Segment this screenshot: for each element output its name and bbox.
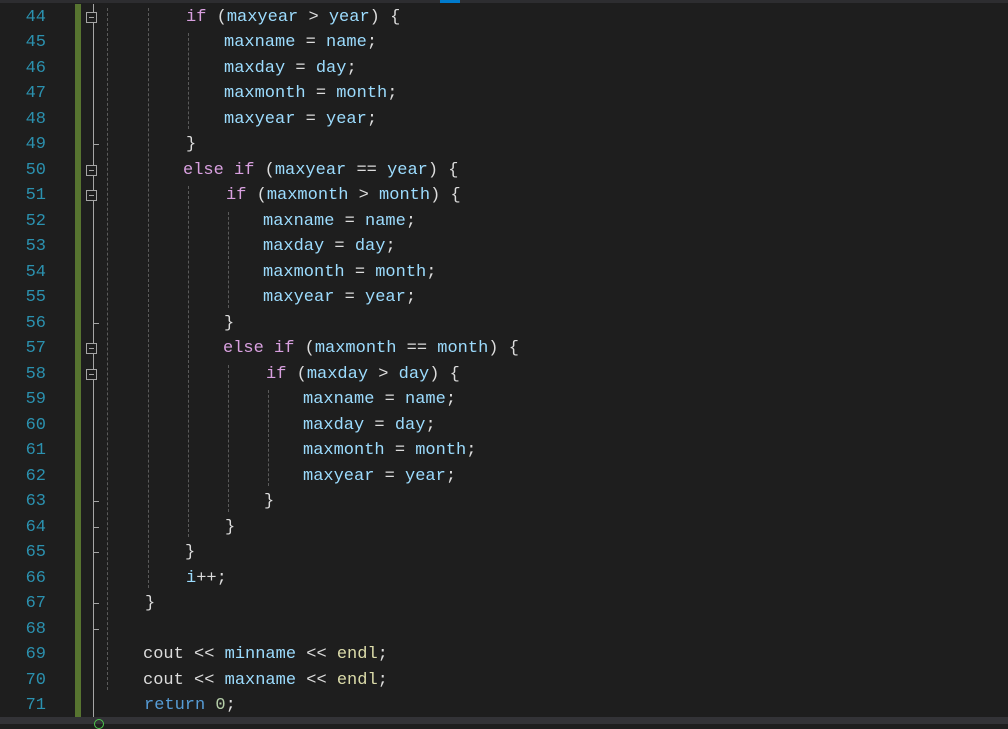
code-editor[interactable]: 44 if (maxyear > year) { 45 maxname = name;…: [0, 0, 1008, 729]
code-line[interactable]: 53 maxday = day;: [0, 234, 1008, 260]
line-number: 54: [25, 262, 46, 282]
code-line[interactable]: 71 return 0;: [0, 693, 1008, 719]
code-text[interactable]: }: [185, 540, 195, 566]
line-number: 49: [25, 135, 46, 154]
code-text[interactable]: maxyear = year;: [224, 107, 377, 133]
code-text[interactable]: i++;: [186, 566, 227, 592]
code-line[interactable]: 47 maxmonth = month;: [0, 81, 1008, 107]
code-line[interactable]: 55 maxyear = year;: [0, 285, 1008, 311]
code-text[interactable]: }: [224, 311, 234, 337]
code-text[interactable]: maxname = name;: [224, 30, 377, 56]
code-text[interactable]: }: [145, 591, 155, 617]
code-text[interactable]: cout << minname << endl;: [143, 642, 388, 668]
code-line[interactable]: 64}: [0, 515, 1008, 541]
line-number: 61: [25, 441, 46, 460]
line-number: 63: [25, 492, 46, 511]
code-text[interactable]: maxday = day;: [303, 413, 436, 439]
code-line[interactable]: 62 maxyear = year;: [0, 464, 1008, 490]
line-number: 67: [25, 594, 46, 613]
line-number: 60: [25, 415, 46, 435]
line-number: 69: [25, 645, 46, 664]
line-number: 50: [25, 160, 46, 180]
code-text[interactable]: maxname = name;: [263, 209, 416, 235]
code-text[interactable]: maxmonth = month;: [263, 260, 436, 286]
line-number: 68: [25, 619, 46, 639]
code-text[interactable]: maxday = day;: [263, 234, 396, 260]
code-text[interactable]: maxmonth = month;: [303, 438, 476, 464]
code-line[interactable]: 69 cout << minname << endl;: [0, 642, 1008, 668]
line-number: 66: [25, 568, 46, 588]
code-text[interactable]: if (maxyear > year) {: [186, 5, 400, 31]
code-text[interactable]: }: [264, 489, 274, 515]
editor-bottom-border: [0, 717, 1008, 724]
code-line[interactable]: 63}: [0, 489, 1008, 515]
code-line[interactable]: 68: [0, 617, 1008, 643]
code-text[interactable]: return 0;: [144, 693, 236, 719]
line-number: 56: [25, 313, 46, 333]
code-text[interactable]: maxname = name;: [303, 387, 456, 413]
code-line[interactable]: 70 cout << maxname << endl;: [0, 668, 1008, 694]
code-line[interactable]: 67}: [0, 591, 1008, 617]
code-line[interactable]: 46 maxday = day;: [0, 56, 1008, 82]
line-number: 62: [25, 466, 46, 486]
code-text[interactable]: if (maxday > day) {: [266, 362, 460, 388]
line-number: 51: [25, 186, 46, 205]
line-number: 64: [25, 517, 46, 537]
code-text[interactable]: if (maxmonth > month) {: [226, 183, 461, 209]
line-number: 70: [25, 670, 46, 690]
code-line[interactable]: 44 if (maxyear > year) {: [0, 5, 1008, 31]
line-number: 44: [25, 7, 46, 27]
code-text[interactable]: maxyear = year;: [303, 464, 456, 490]
editor-top-border: [0, 0, 1008, 3]
code-line[interactable]: 57 else if (maxmonth == month) {: [0, 336, 1008, 362]
code-line[interactable]: 48 maxyear = year;: [0, 107, 1008, 133]
code-line[interactable]: 65}: [0, 540, 1008, 566]
line-number: 57: [25, 339, 46, 358]
active-tab-accent: [440, 0, 460, 3]
line-number: 55: [25, 288, 46, 307]
code-text[interactable]: else if (maxmonth == month) {: [223, 336, 519, 362]
code-line[interactable]: 49}: [0, 132, 1008, 158]
code-line[interactable]: 56}: [0, 311, 1008, 337]
code-line[interactable]: 51 if (maxmonth > month) {: [0, 183, 1008, 209]
code-text[interactable]: else if (maxyear == year) {: [183, 158, 458, 184]
code-line[interactable]: 60 maxday = day;: [0, 413, 1008, 439]
line-number: 58: [25, 364, 46, 384]
line-number: 65: [25, 543, 46, 562]
code-line[interactable]: 66 i++;: [0, 566, 1008, 592]
code-text[interactable]: maxmonth = month;: [224, 81, 397, 107]
line-number: 45: [25, 33, 46, 52]
line-number: 71: [25, 696, 46, 715]
code-line[interactable]: 54 maxmonth = month;: [0, 260, 1008, 286]
line-number: 47: [25, 84, 46, 103]
code-line[interactable]: 61 maxmonth = month;: [0, 438, 1008, 464]
code-text[interactable]: cout << maxname << endl;: [143, 668, 388, 694]
code-text[interactable]: }: [186, 132, 196, 158]
code-text[interactable]: maxday = day;: [224, 56, 357, 82]
line-number: 46: [25, 58, 46, 78]
line-number: 48: [25, 109, 46, 129]
code-line[interactable]: 52 maxname = name;: [0, 209, 1008, 235]
line-number: 53: [25, 237, 46, 256]
code-line[interactable]: 45 maxname = name;: [0, 30, 1008, 56]
status-indicator-icon: [94, 719, 104, 729]
code-line[interactable]: 59 maxname = name;: [0, 387, 1008, 413]
code-text[interactable]: maxyear = year;: [263, 285, 416, 311]
code-line[interactable]: 58 if (maxday > day) {: [0, 362, 1008, 388]
code-text[interactable]: }: [225, 515, 235, 541]
line-number: 52: [25, 211, 46, 231]
line-number: 59: [25, 390, 46, 409]
code-line[interactable]: 50 else if (maxyear == year) {: [0, 158, 1008, 184]
